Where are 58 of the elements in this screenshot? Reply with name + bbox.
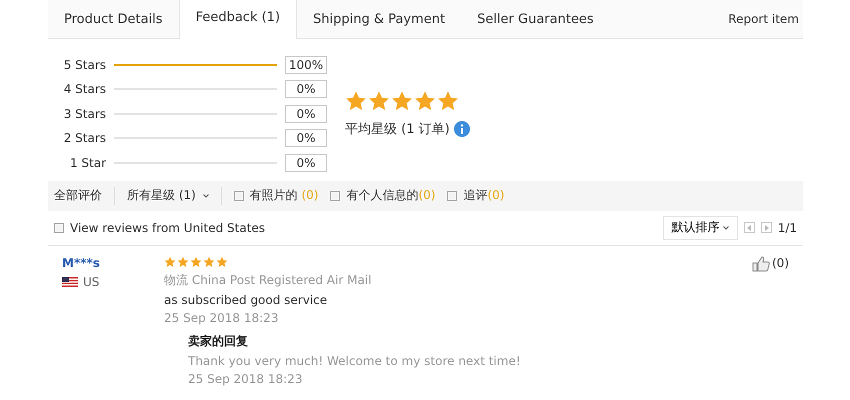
shipping-method: China Post Registered Air Mail [192, 272, 372, 286]
star-icon [437, 90, 459, 112]
star-icon [391, 90, 413, 112]
caret-icon [202, 194, 209, 198]
checkbox[interactable] [330, 190, 340, 200]
checkbox[interactable] [54, 222, 64, 232]
info-icon[interactable] [454, 120, 470, 137]
next-page-icon[interactable] [760, 222, 772, 233]
thumbs-up-icon[interactable] [752, 256, 770, 272]
reviewer-name[interactable]: M***s [62, 256, 164, 270]
percent-value: 0% [285, 154, 327, 172]
seller-reply-title: 卖家的回复 [188, 332, 249, 350]
star-icon [345, 90, 367, 112]
checkbox[interactable] [234, 190, 244, 200]
tab[interactable]: Product Details [48, 0, 179, 38]
percent-value: 0% [285, 104, 327, 123]
filter-label: 追评 [463, 188, 488, 202]
flag-icon [62, 276, 78, 286]
tab[interactable]: Feedback (1) [178, 0, 298, 39]
sort-dropdown[interactable]: 默认排序 [662, 216, 738, 240]
average-rating-caption: 平均星级 (1 订单) [345, 120, 450, 138]
percent-value: 0% [285, 129, 327, 148]
caret-icon [722, 226, 729, 230]
all-reviews-label[interactable]: 全部评价 [54, 187, 102, 204]
like-count: (0) [772, 256, 789, 270]
star-icon [414, 90, 436, 112]
rating-label: 4 Stars [62, 82, 106, 96]
filter-count: (0) [418, 188, 436, 202]
reply-date: 25 Sep 2018 18:23 [188, 372, 304, 386]
shipping-label: 物流 [164, 272, 188, 286]
rating-label: 2 Stars [62, 131, 106, 146]
filter-label: 有照片的 [250, 188, 299, 202]
review-text: as subscribed good service [164, 292, 328, 306]
star-filter-dropdown[interactable]: 所有星级 (1) [127, 187, 209, 204]
tab[interactable]: Seller Guarantees [461, 0, 610, 38]
previous-page-icon[interactable] [744, 222, 755, 233]
star-icon [164, 256, 176, 268]
percent-value: 0% [285, 80, 327, 98]
checkbox[interactable] [447, 190, 458, 200]
star-icon [203, 256, 215, 268]
star-icon [368, 90, 390, 112]
star-icon [216, 256, 228, 268]
percent-value: 100% [285, 56, 327, 74]
tab[interactable]: Shipping & Payment [297, 0, 462, 38]
seller-reply-text: Thank you very much! Welcome to my store next time! [188, 354, 522, 368]
filter-count: (0) [487, 188, 504, 202]
review-date: 25 Sep 2018 18:23 [164, 310, 280, 324]
country-code: US [83, 274, 100, 288]
rating-label: 3 Stars [62, 106, 106, 121]
filter-count: (0) [301, 188, 318, 202]
filter-label: 有个人信息的 [346, 188, 418, 202]
star-icon [190, 256, 202, 268]
report-link[interactable]: Report item [728, 12, 803, 26]
star-icon [177, 256, 189, 268]
country-filter-label: View reviews from United States [70, 220, 266, 234]
rating-label: 1 Star [68, 156, 106, 170]
page-indicator: 1/1 [778, 220, 797, 234]
rating-label: 5 Stars [62, 58, 106, 72]
